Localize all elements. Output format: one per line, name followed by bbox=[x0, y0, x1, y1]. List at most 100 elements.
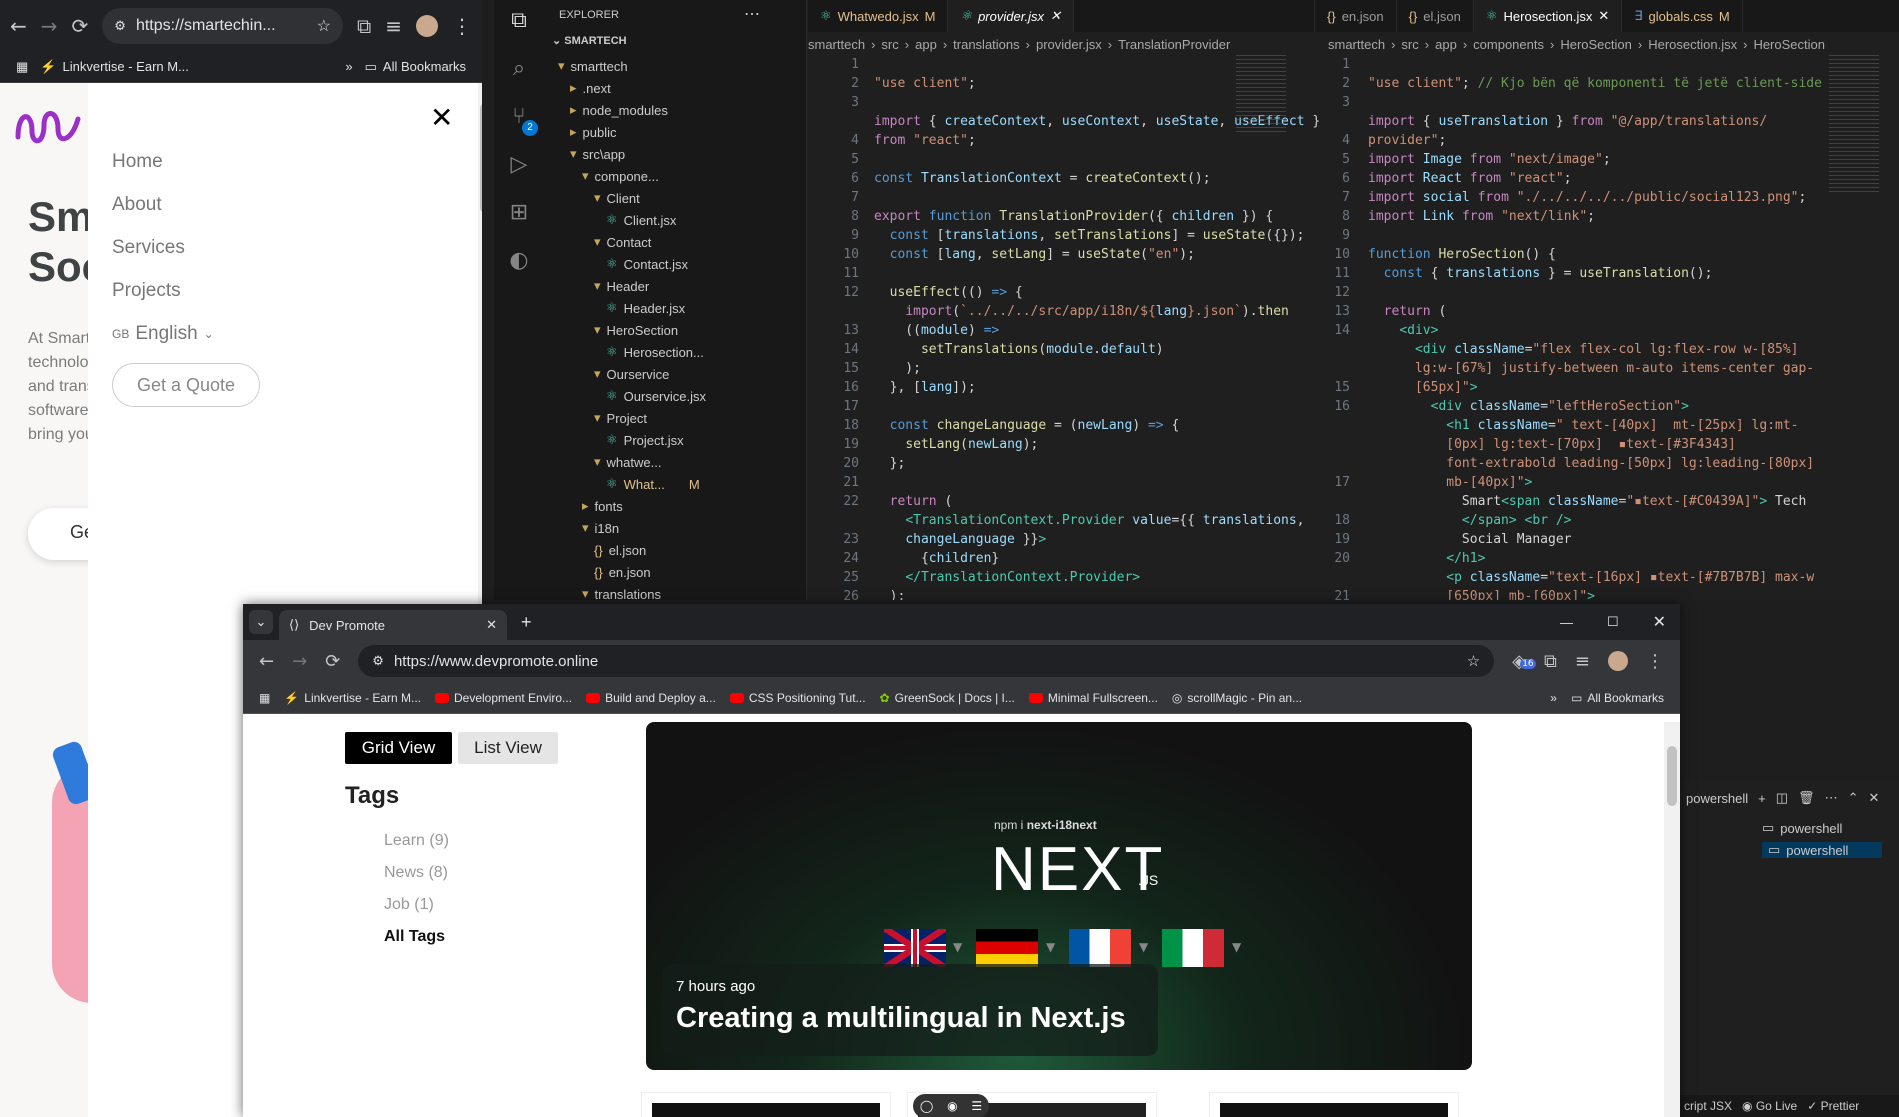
post-card-2[interactable] bbox=[641, 1092, 891, 1117]
tree-item[interactable]: ⚛ Project.jsx bbox=[606, 429, 684, 451]
language-select[interactable]: GB English ⌄ bbox=[112, 323, 214, 345]
breadcrumb-item[interactable]: src bbox=[881, 37, 898, 52]
go-live[interactable]: ◉ Go Live bbox=[1742, 1099, 1797, 1113]
new-tab-icon[interactable]: + bbox=[521, 612, 532, 633]
breadcrumb-item[interactable]: app bbox=[1435, 37, 1457, 52]
tree-item[interactable]: ▾ Contact bbox=[594, 231, 651, 253]
breadcrumb-item[interactable]: smarttech bbox=[808, 37, 865, 52]
more-actions-icon[interactable]: ⋯ bbox=[744, 4, 760, 24]
tab-whatwedo[interactable]: ⚛ Whatwedo.jsx M bbox=[808, 0, 949, 32]
breadcrumb-item[interactable]: smarttech bbox=[1328, 37, 1385, 52]
back-icon[interactable]: ← bbox=[259, 651, 274, 672]
post-card-4[interactable] bbox=[1209, 1092, 1459, 1117]
all-bookmarks[interactable]: ▭ All Bookmarks bbox=[365, 59, 466, 75]
tree-item[interactable]: ▸ .next bbox=[570, 77, 611, 99]
menu-item-projects[interactable]: Projects bbox=[112, 280, 181, 302]
run-debug-icon[interactable]: ▷ bbox=[506, 152, 532, 178]
prettier[interactable]: ✓ Prettier bbox=[1807, 1099, 1859, 1113]
breadcrumb-item[interactable]: app bbox=[915, 37, 937, 52]
left-address-bar[interactable]: ⚙ https://smartechin... ☆ bbox=[102, 7, 343, 44]
grid-view-button[interactable]: Grid View bbox=[345, 732, 452, 764]
more-bookmarks-icon[interactable]: » bbox=[1550, 691, 1557, 705]
tree-item[interactable]: ▾ Client bbox=[594, 187, 640, 209]
tab-globals-css[interactable]: ∃ globals.css M bbox=[1622, 0, 1743, 32]
extensions-icon[interactable]: ⧉ bbox=[1544, 651, 1557, 672]
tree-item[interactable]: ▾ whatwe... bbox=[594, 451, 661, 473]
avatar[interactable] bbox=[416, 14, 438, 37]
tab-dev-promote[interactable]: ⟨⟩ Dev Promote ✕ bbox=[279, 610, 507, 640]
back-icon[interactable]: ← bbox=[10, 14, 27, 38]
tag-learn[interactable]: Learn (9) bbox=[384, 832, 449, 850]
close-icon[interactable]: ✕ bbox=[1050, 8, 1061, 24]
close-icon[interactable]: ✕ bbox=[1868, 790, 1879, 806]
bookmark-2[interactable]: Development Enviro... bbox=[435, 691, 572, 705]
smartech-logo[interactable] bbox=[14, 101, 82, 149]
left-minimap[interactable] bbox=[1236, 55, 1286, 135]
chat-icon[interactable]: ◯ bbox=[920, 1099, 933, 1113]
breadcrumb-item[interactable]: HeroSection bbox=[1560, 37, 1632, 52]
menu-item-home[interactable]: Home bbox=[112, 151, 163, 173]
search-icon[interactable]: ⌕ bbox=[506, 56, 532, 82]
provider-code[interactable]: "use client"; import { createContext, us… bbox=[874, 55, 1320, 600]
close-window-icon[interactable]: ✕ bbox=[1653, 612, 1666, 632]
tree-item[interactable]: ⚛ Ourservice.jsx bbox=[606, 385, 706, 407]
site-info-icon[interactable]: ⚙ bbox=[114, 18, 126, 34]
forward-icon[interactable]: → bbox=[292, 651, 307, 672]
star-icon[interactable]: ☆ bbox=[1467, 652, 1480, 670]
menu-item-about[interactable]: About bbox=[112, 194, 162, 216]
tree-item[interactable]: ▾ i18n bbox=[582, 517, 619, 539]
tree-item[interactable]: ▾ smarttech bbox=[558, 55, 628, 77]
tree-item[interactable]: ▾ Ourservice bbox=[594, 363, 669, 385]
tab-en-json[interactable]: {} en.json bbox=[1315, 0, 1397, 32]
tree-item[interactable]: ⚛ Contact.jsx bbox=[606, 253, 688, 275]
eye-icon[interactable]: ◉ bbox=[947, 1099, 957, 1113]
devpromote-scrollbar[interactable] bbox=[1664, 722, 1680, 1117]
close-tab-icon[interactable]: ✕ bbox=[486, 617, 497, 633]
tab-el-json[interactable]: {} el.json bbox=[1397, 0, 1474, 32]
terminal-item-1[interactable]: ▭ powershell bbox=[1762, 820, 1842, 836]
devpromote-address-bar[interactable]: ⚙ https://www.devpromote.online ☆ bbox=[358, 645, 1495, 677]
bookmark-4[interactable]: CSS Positioning Tut... bbox=[729, 691, 866, 705]
files-icon[interactable]: ⧉ bbox=[506, 8, 532, 34]
menu-dots-icon[interactable]: ⋮ bbox=[1646, 651, 1664, 672]
maximize-icon[interactable]: ☐ bbox=[1607, 614, 1619, 630]
tree-item[interactable]: ▸ fonts bbox=[582, 495, 623, 517]
more-icon[interactable]: ⋯ bbox=[1825, 790, 1838, 806]
herosection-code[interactable]: "use client"; // Kjo bën që komponenti t… bbox=[1368, 55, 1822, 600]
all-bookmarks[interactable]: ▭ All Bookmarks bbox=[1571, 691, 1664, 705]
media-icon[interactable]: ≡ bbox=[1575, 651, 1590, 672]
tab-provider[interactable]: ⚛ provider.jsx ✕ bbox=[948, 0, 1074, 32]
extension-badge-icon[interactable]: ◈ 16 bbox=[1512, 651, 1536, 672]
apps-icon[interactable]: ▦ bbox=[16, 59, 28, 75]
media-icon[interactable]: ≡ bbox=[385, 14, 402, 38]
apps-icon[interactable]: ▦ bbox=[259, 691, 270, 705]
bookmark-7[interactable]: ◎ scrollMagic - Pin an... bbox=[1172, 691, 1302, 705]
right-minimap[interactable] bbox=[1829, 55, 1879, 195]
bookmark-5[interactable]: ✿ GreenSock | Docs | I... bbox=[880, 691, 1015, 705]
bookmark-6[interactable]: Minimal Fullscreen... bbox=[1028, 691, 1158, 705]
tree-item[interactable]: ▸ public bbox=[570, 121, 617, 143]
star-icon[interactable]: ☆ bbox=[317, 16, 331, 36]
chevron-up-icon[interactable]: ⌃ bbox=[1848, 790, 1859, 806]
extensions-icon[interactable]: ⧉ bbox=[357, 14, 371, 38]
tree-item[interactable]: ▾ compone... bbox=[582, 165, 659, 187]
tree-item[interactable]: {} el.json bbox=[594, 539, 646, 561]
menu-dots-icon[interactable]: ⋮ bbox=[452, 14, 472, 38]
breadcrumb-item[interactable]: Herosection.jsx bbox=[1648, 37, 1737, 52]
breadcrumb-item[interactable]: src bbox=[1401, 37, 1418, 52]
close-icon[interactable]: ✕ bbox=[430, 101, 453, 134]
minimize-icon[interactable]: — bbox=[1560, 615, 1573, 630]
new-terminal-icon[interactable]: + bbox=[1758, 791, 1766, 806]
tree-item[interactable]: ⚛ What... M bbox=[606, 473, 700, 495]
breadcrumb-item[interactable]: provider.jsx bbox=[1036, 37, 1102, 52]
bookmark-linkvertise[interactable]: ⚡ Linkvertise - Earn M... bbox=[40, 59, 189, 75]
close-icon[interactable]: ✕ bbox=[1598, 8, 1609, 24]
breadcrumb-item[interactable]: TranslationProvider bbox=[1118, 37, 1230, 52]
get-a-quote-button[interactable]: Get a Quote bbox=[112, 363, 260, 407]
tree-item[interactable]: ▾ Header bbox=[594, 275, 649, 297]
site-info-icon[interactable]: ⚙ bbox=[372, 653, 384, 669]
breadcrumb-item[interactable]: components bbox=[1473, 37, 1544, 52]
remote-explorer-icon[interactable]: ◐ bbox=[506, 248, 532, 274]
avatar[interactable] bbox=[1608, 651, 1628, 671]
floating-toolbar[interactable]: ◯ ◉ ☰ bbox=[913, 1094, 989, 1117]
